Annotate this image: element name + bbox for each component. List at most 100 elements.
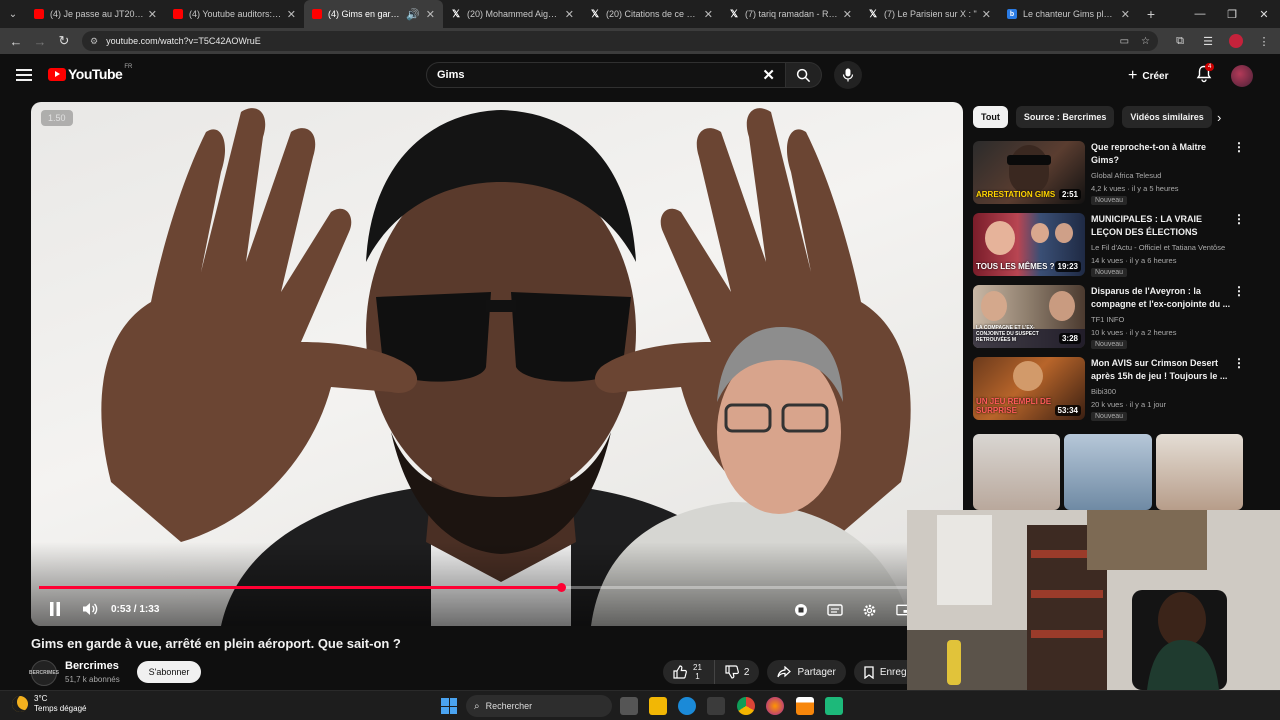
video-thumbnail[interactable]: ARRESTATION GIMS 2:51 xyxy=(973,141,1085,204)
close-icon[interactable]: ✕ xyxy=(426,8,435,21)
menu-icon[interactable] xyxy=(14,67,34,83)
new-badge: Nouveau xyxy=(1091,196,1128,205)
taskbar-search[interactable]: ⌕ Rechercher xyxy=(466,695,612,717)
subtitles-button[interactable] xyxy=(825,600,845,620)
close-icon[interactable]: ✕ xyxy=(982,8,991,21)
task-view-icon[interactable] xyxy=(620,697,638,715)
browser-tab[interactable]: b Le chanteur Gims placé e ✕ xyxy=(999,0,1138,28)
window-close-button[interactable]: ✕ xyxy=(1248,0,1280,28)
settings-button[interactable] xyxy=(859,600,879,620)
profile-button[interactable] xyxy=(1222,28,1250,54)
chip-similar[interactable]: Vidéos similaires xyxy=(1122,106,1212,128)
video-duration: 3:28 xyxy=(1058,333,1081,344)
create-button[interactable]: + Créer xyxy=(1128,65,1168,87)
share-icon xyxy=(777,666,792,678)
short-thumbnail[interactable] xyxy=(1064,434,1152,510)
sidebar-icon[interactable]: ☰ xyxy=(1194,28,1222,54)
like-count-secondary: 1 xyxy=(695,672,700,681)
progress-scrubber[interactable] xyxy=(556,583,566,592)
close-icon[interactable]: ✕ xyxy=(704,8,713,21)
recommendation-channel[interactable]: Global Africa Telesud xyxy=(1091,171,1161,180)
tab-search-menu-button[interactable]: ⌄ xyxy=(0,0,26,28)
new-tab-button[interactable]: + xyxy=(1138,6,1164,22)
chip-source[interactable]: Source : Bercrimes xyxy=(1015,106,1115,128)
firefox-icon[interactable] xyxy=(766,697,784,715)
close-icon[interactable]: ✕ xyxy=(843,8,852,21)
video-thumbnail[interactable]: LA COMPAGNE ET L'EX-CONJOINTE DU SUSPECT… xyxy=(973,285,1085,348)
microphone-icon xyxy=(842,68,854,82)
reload-button[interactable]: ↻ xyxy=(52,28,76,54)
recommendation-channel[interactable]: TF1 INFO xyxy=(1091,315,1124,324)
autoplay-toggle[interactable] xyxy=(791,600,811,620)
recommendation-item[interactable]: ARRESTATION GIMS 2:51 Que reproche-t-on … xyxy=(973,141,1245,207)
browser-tab-active[interactable]: (4) Gims en garde à vue🔊✕ xyxy=(304,0,443,28)
dislike-button[interactable]: 2 xyxy=(713,660,760,684)
browser-tab[interactable]: 𝕏 (20) Mohammed Aigoin (✕ xyxy=(443,0,582,28)
video-thumbnail[interactable]: TOUS LES MÊMES ? 19:23 xyxy=(973,213,1085,276)
chrome-icon[interactable] xyxy=(737,697,755,715)
close-icon[interactable]: ✕ xyxy=(287,8,296,21)
url-bar[interactable]: ⚙ youtube.com/watch?v=T5C42AOWruE ▭ ☆ xyxy=(82,31,1158,51)
voice-search-button[interactable] xyxy=(834,61,862,89)
progress-bar[interactable] xyxy=(39,583,955,592)
chip-all[interactable]: Tout xyxy=(973,106,1008,128)
video-thumbnail[interactable]: UN JEU REMPLI DE SURPRISE 53:34 xyxy=(973,357,1085,420)
close-icon[interactable]: ✕ xyxy=(565,8,574,21)
volume-button[interactable] xyxy=(80,599,100,619)
cast-icon[interactable]: ▭ xyxy=(1120,36,1129,47)
subscribe-button[interactable]: S'abonner xyxy=(137,661,201,683)
more-options-icon[interactable]: ⋮ xyxy=(1233,285,1245,297)
close-icon[interactable]: ✕ xyxy=(148,8,157,21)
extensions-icon[interactable]: ⧉ xyxy=(1166,28,1194,54)
speaker-icon[interactable]: 🔊 xyxy=(406,8,420,21)
more-options-icon[interactable]: ⋮ xyxy=(1233,213,1245,225)
clear-search-icon[interactable]: ✕ xyxy=(762,66,775,84)
short-thumbnail[interactable] xyxy=(973,434,1061,510)
recommendation-meta: 10 k vues · il y a 2 heures xyxy=(1091,328,1177,337)
chevron-right-icon[interactable]: › xyxy=(1217,110,1221,125)
gear-icon xyxy=(863,604,875,616)
site-info-icon[interactable]: ⚙ xyxy=(90,36,98,47)
recommendation-item[interactable]: UN JEU REMPLI DE SURPRISE 53:34 Mon AVIS… xyxy=(973,357,1245,423)
like-button[interactable]: 21 1 xyxy=(663,660,714,684)
x-icon: 𝕏 xyxy=(590,8,600,20)
restore-button[interactable]: ❐ xyxy=(1216,0,1248,28)
video-player[interactable]: 1.50 0:53 / 1:33 xyxy=(31,102,963,626)
youtube-logo[interactable]: YouTube FR xyxy=(48,64,132,82)
back-button[interactable]: ← xyxy=(4,28,28,54)
short-thumbnail[interactable] xyxy=(1155,434,1243,510)
channel-name[interactable]: Bercrimes xyxy=(65,660,119,672)
share-button[interactable]: Partager xyxy=(767,660,846,684)
moon-icon xyxy=(12,696,28,712)
vlc-icon[interactable] xyxy=(796,697,814,715)
notifications-button[interactable]: 4 xyxy=(1196,63,1216,87)
recommendation-channel[interactable]: Bibi300 xyxy=(1091,387,1116,396)
app-icon[interactable] xyxy=(825,697,843,715)
close-icon[interactable]: ✕ xyxy=(1121,8,1130,21)
store-icon[interactable] xyxy=(707,697,725,715)
browser-tab[interactable]: (4) Youtube auditors: ces ✕ xyxy=(165,0,304,28)
bookmark-star-icon[interactable]: ☆ xyxy=(1141,36,1150,47)
browser-menu-icon[interactable]: ⋮ xyxy=(1250,28,1278,54)
browser-tab[interactable]: 𝕏 (7) tariq ramadan - Reche ✕ xyxy=(721,0,860,28)
more-options-icon[interactable]: ⋮ xyxy=(1233,357,1245,369)
minimize-button[interactable]: — xyxy=(1184,0,1216,28)
weather-widget[interactable]: 3°C Temps dégagé xyxy=(12,694,86,714)
file-explorer-icon[interactable] xyxy=(649,697,667,715)
url-text: youtube.com/watch?v=T5C42AOWruE xyxy=(106,36,261,46)
browser-tab[interactable]: (4) Je passe au JT20H de ✕ xyxy=(26,0,165,28)
browser-tab[interactable]: 𝕏 (7) Le Parisien sur X : " ✕ xyxy=(860,0,999,28)
more-options-icon[interactable]: ⋮ xyxy=(1233,141,1245,153)
account-avatar[interactable] xyxy=(1231,65,1253,87)
search-button[interactable] xyxy=(786,62,822,88)
browser-tab[interactable]: 𝕏 (20) Citations de ce post ✕ xyxy=(582,0,721,28)
search-input[interactable]: Gims ✕ xyxy=(426,62,786,88)
recommendation-channel[interactable]: Le Fil d'Actu - Officiel et Tatiana Vent… xyxy=(1091,243,1225,252)
channel-avatar[interactable]: BERCRIMES xyxy=(29,660,59,686)
pause-button[interactable] xyxy=(45,599,65,619)
edge-icon[interactable] xyxy=(678,697,696,715)
recommendation-item[interactable]: TOUS LES MÊMES ? 19:23 MUNICIPALES : LA … xyxy=(973,213,1245,279)
recommendation-item[interactable]: LA COMPAGNE ET L'EX-CONJOINTE DU SUSPECT… xyxy=(973,285,1245,351)
forward-button[interactable]: → xyxy=(28,28,52,54)
windows-start-icon[interactable] xyxy=(441,698,457,714)
